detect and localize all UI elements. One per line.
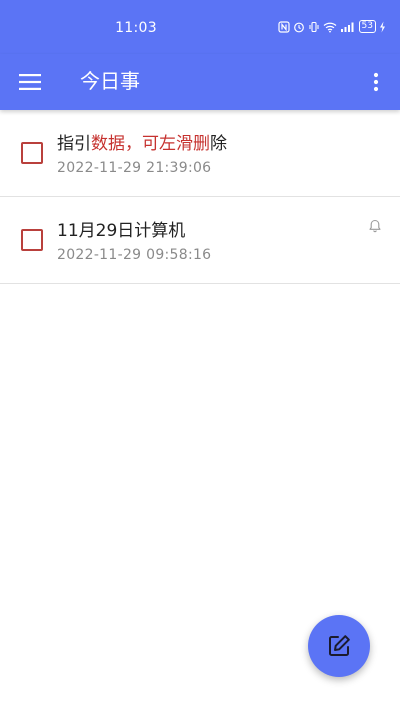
add-task-button[interactable] xyxy=(308,615,370,677)
status-bar: 11:03 53 xyxy=(0,0,400,54)
edit-icon xyxy=(329,635,350,656)
task-title: 指引数据，可左滑删除 xyxy=(57,129,227,154)
task-checkbox[interactable] xyxy=(21,142,43,164)
task-item[interactable]: 11月29日计算机 2022-11-29 09:58:16 xyxy=(0,197,400,284)
wifi-icon xyxy=(323,22,336,32)
nfc-icon xyxy=(277,20,290,33)
battery-icon: 53 xyxy=(358,20,376,33)
alarm-icon xyxy=(293,22,304,32)
task-title-part: 除 xyxy=(210,134,227,154)
task-date: 2022-11-29 21:39:06 xyxy=(57,160,212,176)
menu-button[interactable] xyxy=(10,62,50,102)
task-title: 11月29日计算机 xyxy=(57,221,186,241)
task-date: 2022-11-29 09:58:16 xyxy=(57,247,212,263)
task-item[interactable]: 指引数据，可左滑删除 2022-11-29 21:39:06 xyxy=(0,110,400,197)
status-icons: 53 xyxy=(277,20,386,33)
more-options-button[interactable] xyxy=(360,62,392,102)
vibrate-icon xyxy=(308,21,319,32)
task-list: 指引数据，可左滑删除 2022-11-29 21:39:06 11月29日计算机… xyxy=(0,110,400,284)
bell-icon[interactable] xyxy=(368,219,382,233)
task-title-part: 指引 xyxy=(57,134,91,154)
signal-icon xyxy=(340,22,354,32)
app-bar: 今日事 xyxy=(0,54,400,110)
more-vertical-icon xyxy=(373,72,379,92)
status-time: 11:03 xyxy=(115,20,157,36)
hamburger-menu-icon xyxy=(19,74,41,90)
task-title-highlight: 数据，可左滑删 xyxy=(91,134,210,154)
app-title: 今日事 xyxy=(80,69,140,93)
charging-icon xyxy=(380,21,385,32)
task-checkbox[interactable] xyxy=(21,229,43,251)
